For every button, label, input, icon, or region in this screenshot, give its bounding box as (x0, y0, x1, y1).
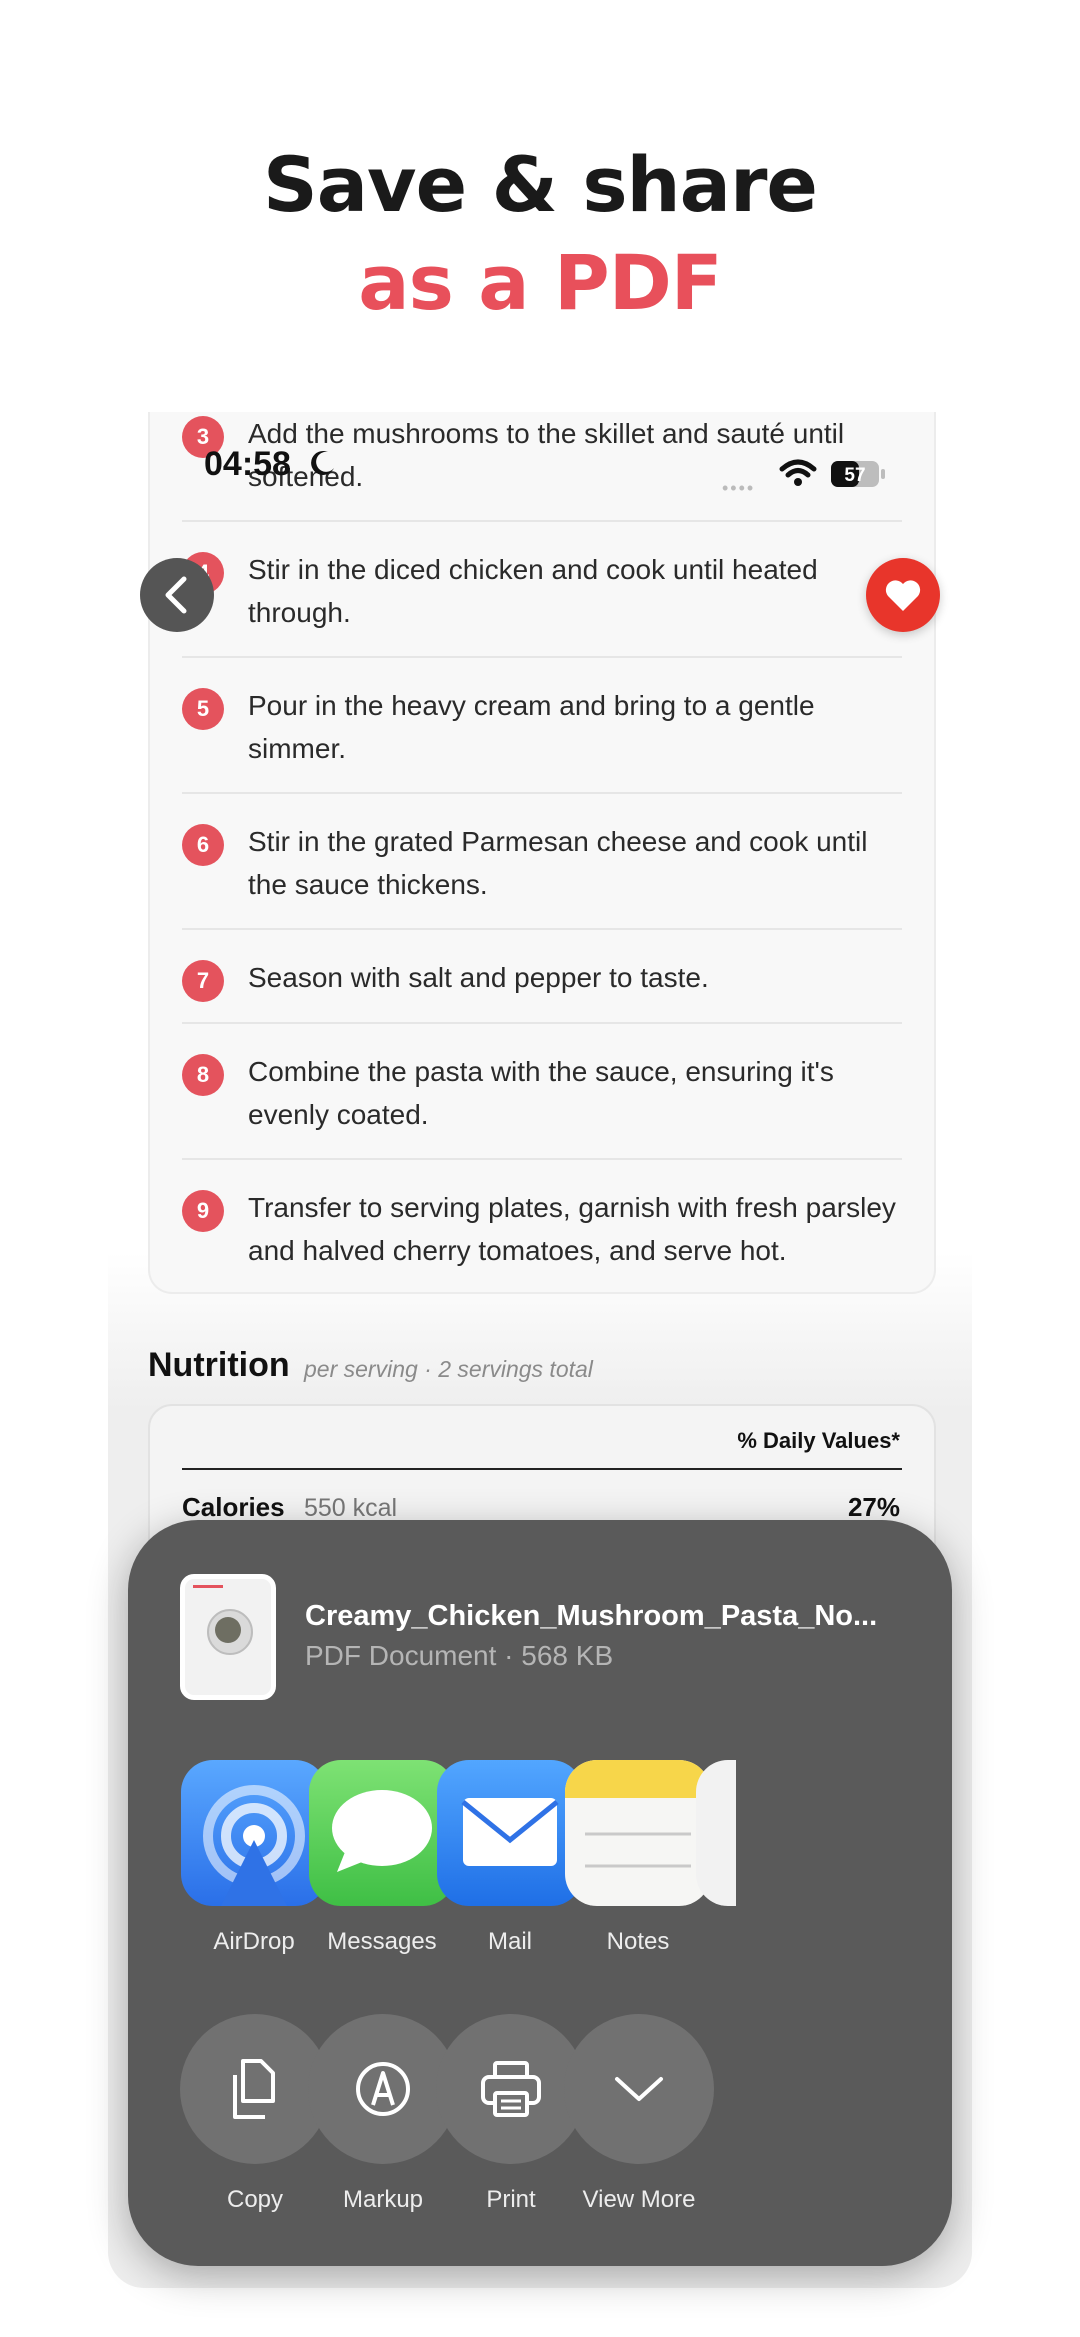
back-button[interactable] (140, 558, 214, 632)
airdrop-icon (181, 1760, 327, 1906)
wifi-icon (779, 459, 817, 486)
share-app-notes[interactable]: Notes (565, 1760, 711, 1956)
share-sheet: Creamy_Chicken_Mushroom_Pasta_No... PDF … (128, 1520, 952, 2266)
nutrition-title: Nutrition (148, 1346, 290, 1384)
app-label: Messages (327, 1928, 437, 1955)
calories-label: Calories (182, 1492, 285, 1522)
action-label: View More (582, 2186, 696, 2213)
view-more-action[interactable]: View More (564, 2014, 714, 2214)
divider (182, 928, 902, 930)
step-text: Pour in the heavy cream and bring to a g… (248, 690, 815, 764)
step-number: 6 (182, 824, 224, 866)
battery-icon: 57 (831, 461, 885, 487)
file-name: Creamy_Chicken_Mushroom_Pasta_No... (305, 1600, 878, 1632)
markup-icon (356, 2062, 410, 2116)
divider (182, 656, 902, 658)
svg-text:57: 57 (844, 465, 865, 486)
share-app-mail[interactable]: Mail (437, 1760, 583, 1956)
divider (182, 1022, 902, 1024)
step-number: 8 (182, 1054, 224, 1096)
app-label: Notes (606, 1928, 670, 1955)
divider (182, 520, 902, 522)
app-label: Mail (487, 1928, 532, 1955)
print-icon (481, 2061, 541, 2117)
notes-icon (565, 1760, 711, 1906)
headline-line-1: Save & share (263, 140, 818, 229)
share-app-messages[interactable]: Messages (309, 1760, 455, 1956)
nutrition-subtitle: per serving · 2 servings total (304, 1356, 593, 1382)
step-text: Transfer to serving plates, garnish with… (248, 1192, 896, 1266)
daily-values-header: % Daily Values* (737, 1428, 900, 1453)
messages-icon (309, 1760, 455, 1906)
moon-icon (311, 450, 334, 475)
chevron-left-icon (165, 576, 187, 614)
status-time: 04:58 (204, 445, 291, 483)
file-meta: PDF Document · 568 KB (305, 1640, 614, 1671)
chevron-down-icon (615, 2077, 663, 2101)
step-text: Stir in the grated Parmesan cheese and c… (248, 826, 868, 900)
share-app-airdrop[interactable]: AirDrop (181, 1760, 327, 1956)
signal-dots-icon: •••• (722, 478, 756, 498)
divider (182, 792, 902, 794)
calories-percent: 27% (847, 1492, 900, 1522)
calories-value: 550 kcal (304, 1494, 398, 1522)
instructions-card: 3 Add the mushrooms to the skillet and s… (148, 412, 936, 1294)
pdf-thumbnail (180, 1574, 276, 1700)
step-text: Combine the pasta with the sauce, ensuri… (248, 1056, 834, 1130)
step-number: 9 (182, 1190, 224, 1232)
more-apps-peek (696, 1760, 736, 1906)
mail-icon (437, 1760, 583, 1906)
step-text: Stir in the diced chicken and cook until… (248, 554, 818, 628)
headline-line-2: as a PDF (358, 238, 722, 327)
divider (182, 1468, 902, 1470)
heart-icon (885, 580, 921, 611)
step-number: 7 (182, 960, 224, 1002)
divider (182, 1158, 902, 1160)
step-text: Season with salt and pepper to taste. (248, 962, 709, 993)
copy-icon (233, 2059, 275, 2119)
step-number: 5 (182, 688, 224, 730)
app-label: AirDrop (213, 1928, 295, 1955)
favorite-button[interactable] (866, 558, 940, 632)
